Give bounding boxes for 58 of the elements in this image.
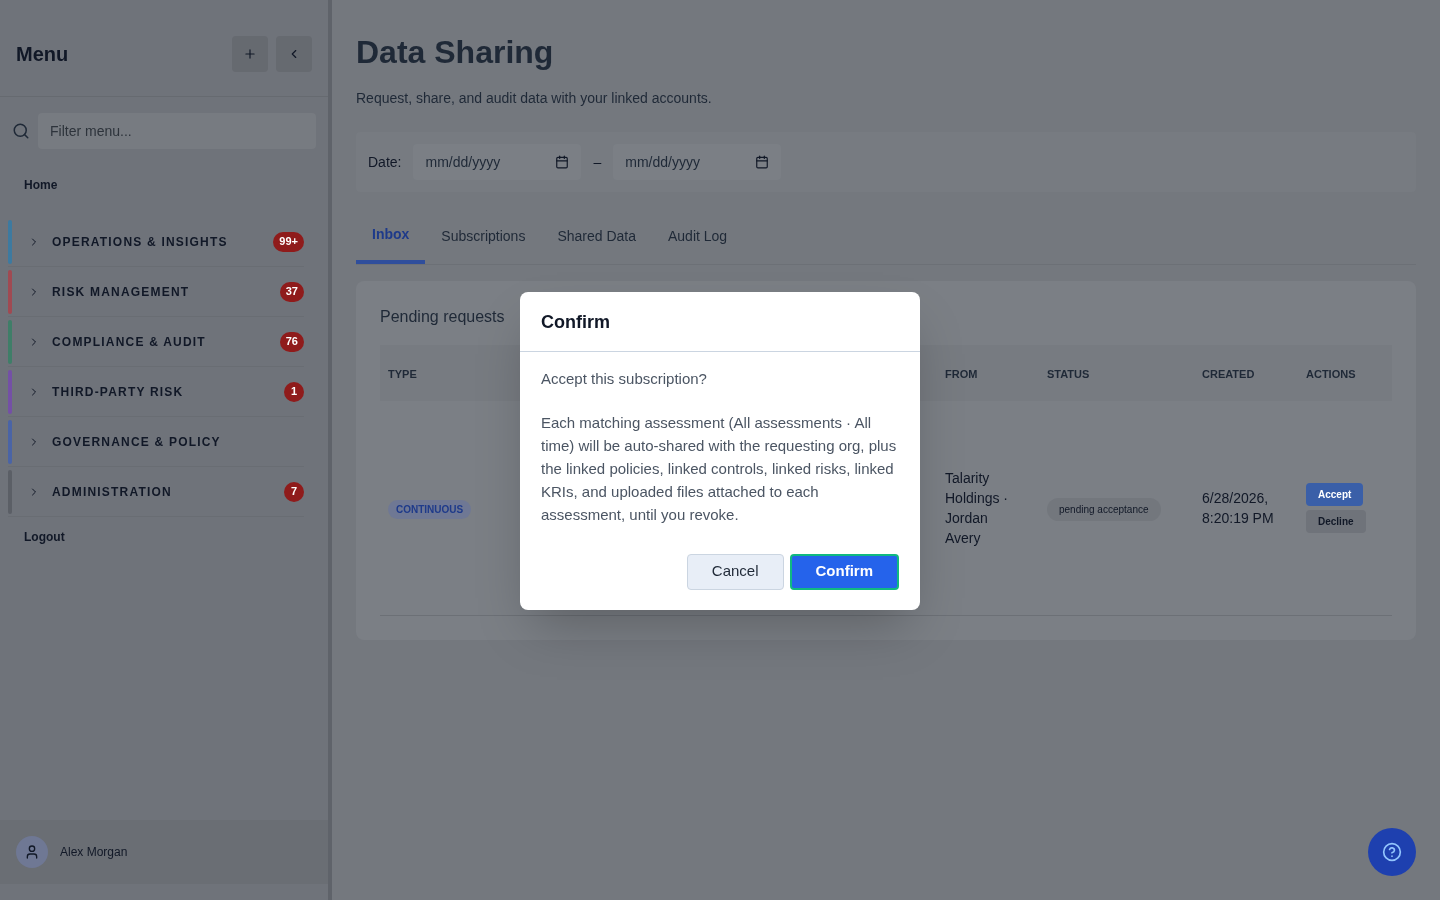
avatar-icon bbox=[16, 836, 48, 868]
status-tag: pending acceptance bbox=[1047, 498, 1161, 521]
collapse-button[interactable] bbox=[276, 36, 312, 72]
group-label: RISK MANAGEMENT bbox=[52, 283, 191, 300]
help-icon bbox=[1382, 842, 1402, 862]
decline-button[interactable]: Decline bbox=[1306, 510, 1366, 533]
page-title: Data Sharing bbox=[356, 33, 555, 72]
count-badge: 1 bbox=[284, 381, 304, 402]
logout-link[interactable]: Logout bbox=[0, 517, 328, 545]
menu-group[interactable]: ADMINISTRATION 7 bbox=[8, 467, 304, 517]
dialog-message: Each matching assessment (All assessments · All time) will be auto-shared with the requesting org, plus the linked policies, linked controls, linked risks, linked KRIs, and uploaded files attached to each assessment, until you revoke. bbox=[541, 412, 898, 525]
created-cell-text: 6/28/2026, 8:20:19 PM bbox=[1202, 489, 1275, 528]
column-header: CREATED bbox=[1202, 368, 1255, 380]
dialog-question: Accept this subscription? bbox=[541, 369, 708, 389]
count-badge: 99+ bbox=[273, 231, 304, 252]
tab[interactable]: Subscriptions bbox=[425, 208, 542, 264]
tab[interactable]: Audit Log bbox=[652, 208, 744, 264]
group-label: OPERATIONS & INSIGHTS bbox=[52, 233, 229, 250]
column-header: ACTIONS bbox=[1306, 368, 1356, 380]
calendar-icon bbox=[555, 155, 570, 169]
panel-caption: Pending requests bbox=[380, 307, 505, 327]
confirm-button[interactable]: Confirm bbox=[789, 553, 899, 590]
date-label: Date: bbox=[368, 153, 402, 172]
tab[interactable]: Inbox bbox=[356, 208, 426, 264]
from-cell-text: Talarity Holdings · Jordan Avery bbox=[945, 469, 1010, 548]
count-badge: 37 bbox=[279, 281, 304, 302]
user-name[interactable]: Alex Morgan bbox=[60, 844, 128, 860]
date-from-field[interactable]: mm/dd/yyyy bbox=[413, 144, 582, 180]
home-link[interactable]: Home bbox=[0, 149, 328, 217]
search-icon bbox=[12, 122, 30, 140]
plus-icon bbox=[243, 47, 257, 61]
menu-group[interactable]: COMPLIANCE & AUDIT 76 bbox=[8, 317, 304, 367]
page-subtitle: Request, share, and audit data with your linked accounts. bbox=[356, 89, 713, 108]
type-tag: CONTINUOUS bbox=[388, 500, 472, 519]
accept-button[interactable]: Accept bbox=[1306, 483, 1364, 506]
menu-group[interactable]: OPERATIONS & INSIGHTS 99+ bbox=[8, 217, 304, 267]
menu-title: Menu bbox=[16, 42, 69, 67]
column-header: FROM bbox=[945, 368, 978, 380]
dialog-title: Confirm bbox=[520, 292, 920, 352]
column-header: TYPE bbox=[388, 368, 417, 380]
tab[interactable]: Shared Data bbox=[541, 208, 652, 264]
count-badge: 7 bbox=[284, 481, 304, 502]
menu-group[interactable]: THIRD-PARTY RISK 1 bbox=[8, 367, 304, 417]
date-separator: – bbox=[593, 153, 602, 172]
column-header: STATUS bbox=[1047, 368, 1090, 380]
date-to-field[interactable]: mm/dd/yyyy bbox=[613, 144, 782, 180]
group-label: THIRD-PARTY RISK bbox=[52, 383, 185, 400]
group-label: ADMINISTRATION bbox=[52, 483, 173, 500]
menu-group[interactable]: RISK MANAGEMENT 37 bbox=[8, 267, 304, 317]
count-badge: 76 bbox=[279, 331, 304, 352]
calendar-icon bbox=[755, 155, 770, 169]
group-label: COMPLIANCE & AUDIT bbox=[52, 333, 207, 350]
group-label: GOVERNANCE & POLICY bbox=[52, 433, 222, 450]
menu-group[interactable]: GOVERNANCE & POLICY bbox=[8, 417, 304, 467]
help-button[interactable] bbox=[1368, 828, 1416, 876]
filter-field[interactable]: Filter menu... bbox=[38, 113, 316, 149]
cancel-button[interactable]: Cancel bbox=[686, 553, 784, 590]
add-button[interactable] bbox=[232, 36, 268, 72]
